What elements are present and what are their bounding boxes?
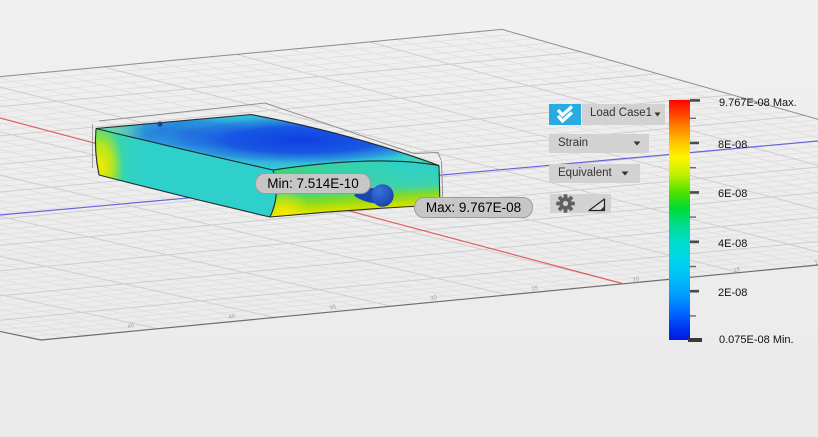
svg-text:40: 40 (228, 313, 237, 321)
svg-text:15: 15 (814, 259, 818, 267)
svg-text:35: 35 (329, 304, 338, 312)
